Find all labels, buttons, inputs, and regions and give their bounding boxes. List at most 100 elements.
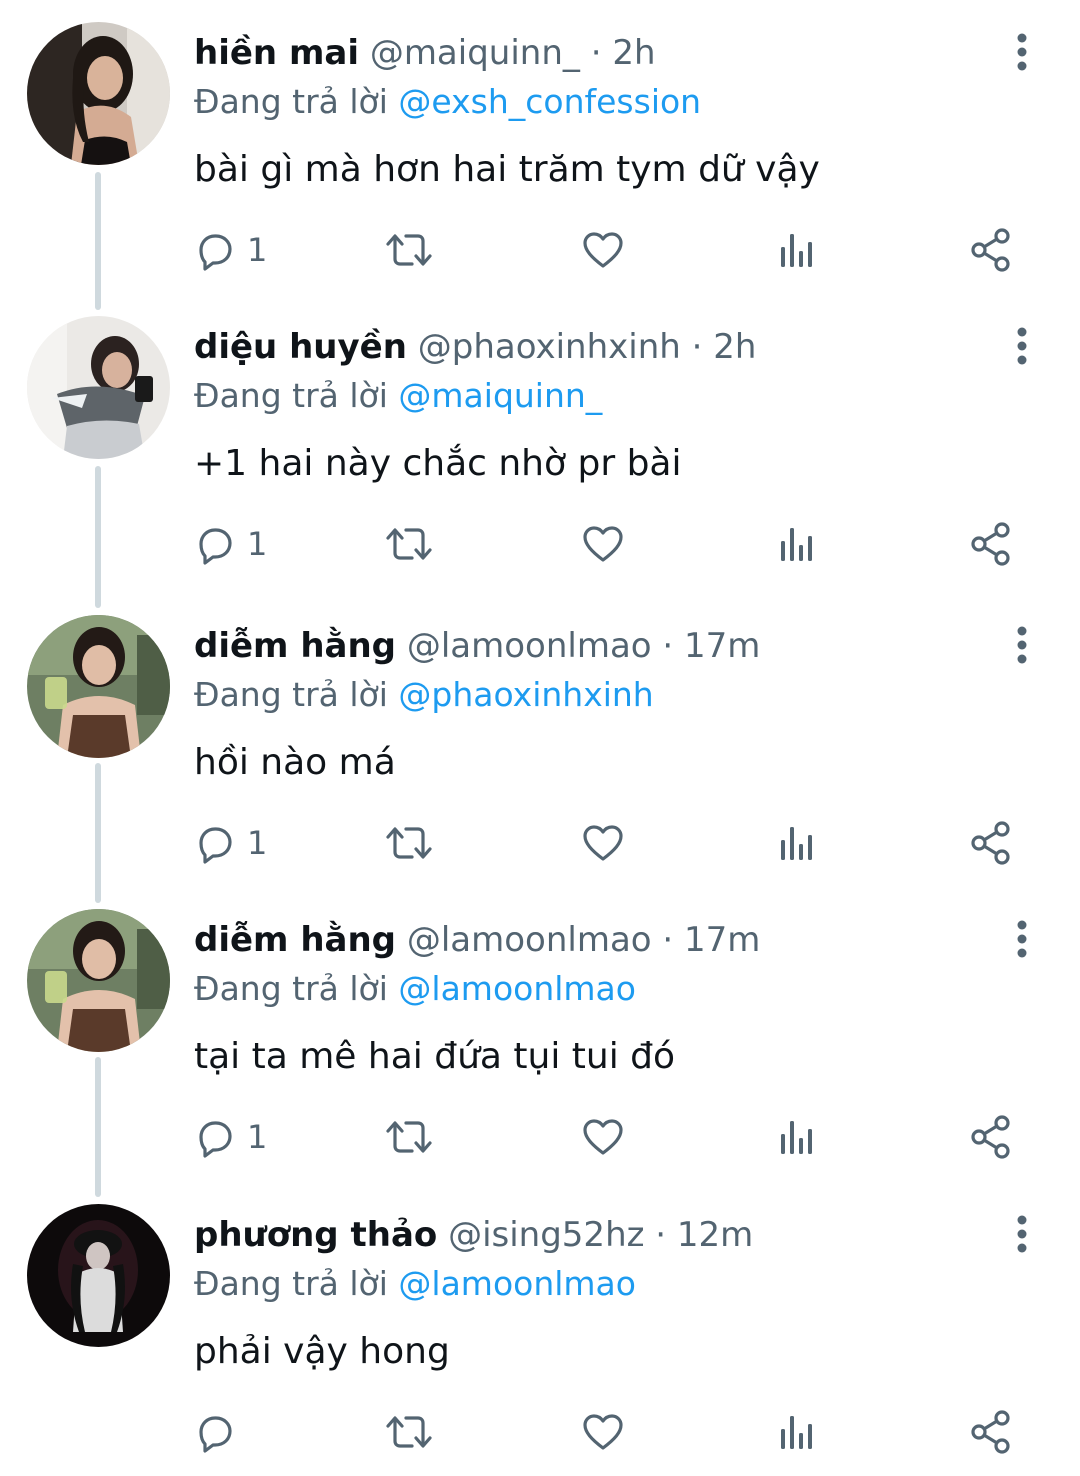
user-handle[interactable]: @phaoxinhxinh [418,327,681,367]
tweet-header: diễm hằng @lamoonlmao · 17m [194,914,760,966]
share-nodes-icon [971,228,1010,272]
share-button[interactable] [968,519,1014,569]
tweet[interactable]: hiền mai @maiquinn_ · 2h Đang trả lời @e… [0,0,1080,294]
separator-dot: · [590,33,602,73]
timestamp[interactable]: 12m [677,1215,753,1255]
timestamp[interactable]: 2h [612,33,655,73]
reply-button[interactable]: 1 [193,519,267,569]
timestamp[interactable]: 2h [713,327,756,367]
tweet[interactable]: diệu huyền @phaoxinhxinh · 2h Đang trả l… [0,294,1080,588]
replying-to-label: Đang trả lời [194,1264,388,1303]
retweet-button[interactable] [385,818,433,868]
speech-bubble-icon [199,1121,232,1158]
timestamp[interactable]: 17m [684,920,760,960]
timestamp[interactable]: 17m [684,626,760,666]
like-button[interactable] [581,1112,625,1162]
user-handle[interactable]: @lamoonlmao [407,626,652,666]
tweet-text: bài gì mà hơn hai trăm tym dữ vậy [194,149,820,190]
more-options-button[interactable] [1004,30,1040,74]
share-button[interactable] [968,1407,1014,1457]
replying-to-mention[interactable]: @exsh_confession [398,82,701,121]
like-button[interactable] [581,1407,625,1457]
reply-button[interactable] [193,1407,247,1457]
user-handle[interactable]: @ising52hz [448,1215,644,1255]
retweet-button[interactable] [385,1407,433,1457]
replying-to-label: Đang trả lời [194,376,388,415]
tweet[interactable]: diễm hằng @lamoonlmao · 17m Đang trả lời… [0,593,1080,887]
display-name[interactable]: hiền mai [194,33,359,73]
tweet[interactable]: phương thảo @ising52hz · 12m Đang trả lờ… [0,1182,1080,1476]
avatar[interactable] [27,22,170,165]
bar-chart-icon [781,827,812,860]
user-handle[interactable]: @lamoonlmao [407,920,652,960]
views-button[interactable] [777,1407,817,1457]
views-button[interactable] [777,1112,817,1162]
separator-dot: · [691,327,703,367]
views-button[interactable] [777,225,817,275]
like-button[interactable] [581,225,625,275]
retweet-button[interactable] [385,1112,433,1162]
display-name[interactable]: diễm hằng [194,920,396,960]
replying-to-mention[interactable]: @lamoonlmao [398,969,636,1008]
replying-to-label: Đang trả lời [194,969,388,1008]
heart-outline-icon [583,1119,623,1155]
replying-to-line: Đang trả lời @phaoxinhxinh [194,671,654,719]
bar-chart-icon [781,528,812,561]
vertical-dots-icon [1017,33,1027,71]
user-handle[interactable]: @maiquinn_ [370,33,580,73]
share-nodes-icon [971,821,1010,865]
display-name[interactable]: phương thảo [194,1215,437,1255]
views-button[interactable] [777,519,817,569]
bar-chart-icon [781,1121,812,1154]
share-button[interactable] [968,1112,1014,1162]
retweet-arrows-icon [386,234,432,266]
reply-count: 1 [247,1118,268,1156]
tweet-text: +1 hai này chắc nhờ pr bài [194,443,682,484]
vertical-dots-icon [1017,626,1027,664]
replying-to-line: Đang trả lời @exsh_confession [194,78,701,126]
more-options-button[interactable] [1004,1212,1040,1256]
reply-count: 1 [247,824,268,862]
heart-outline-icon [583,1414,623,1450]
views-button[interactable] [777,818,817,868]
tweet-header: diệu huyền @phaoxinhxinh · 2h [194,321,756,373]
retweet-button[interactable] [385,225,433,275]
display-name[interactable]: diệu huyền [194,327,407,367]
tweet-text: hồi nào má [194,742,396,783]
more-options-button[interactable] [1004,623,1040,667]
retweet-button[interactable] [385,519,433,569]
bar-chart-icon [781,234,812,267]
like-button[interactable] [581,519,625,569]
speech-bubble-icon [199,234,232,271]
avatar[interactable] [27,1204,170,1347]
replying-to-mention[interactable]: @lamoonlmao [398,1264,636,1303]
replying-to-mention[interactable]: @phaoxinhxinh [398,675,653,714]
vertical-dots-icon [1017,1215,1027,1253]
avatar[interactable] [27,909,170,1052]
avatar[interactable] [27,316,170,459]
more-options-button[interactable] [1004,917,1040,961]
share-button[interactable] [968,225,1014,275]
bar-chart-icon [781,1416,812,1449]
tweet-header: phương thảo @ising52hz · 12m [194,1209,753,1261]
replying-to-mention[interactable]: @maiquinn_ [398,376,602,415]
retweet-arrows-icon [386,528,432,560]
like-button[interactable] [581,818,625,868]
heart-outline-icon [583,526,623,562]
retweet-arrows-icon [386,1416,432,1448]
retweet-arrows-icon [386,827,432,859]
heart-outline-icon [583,825,623,861]
reply-button[interactable]: 1 [193,1112,267,1162]
reply-button[interactable]: 1 [193,818,267,868]
avatar[interactable] [27,615,170,758]
replying-to-label: Đang trả lời [194,675,388,714]
reply-button[interactable]: 1 [193,225,267,275]
display-name[interactable]: diễm hằng [194,626,396,666]
reply-count: 1 [247,525,268,563]
more-options-button[interactable] [1004,324,1040,368]
heart-outline-icon [583,232,623,268]
tweet[interactable]: diễm hằng @lamoonlmao · 17m Đang trả lời… [0,887,1080,1181]
separator-dot: · [662,920,674,960]
share-button[interactable] [968,818,1014,868]
tweet-text: tại ta mê hai đứa tụi tui đó [194,1036,676,1077]
